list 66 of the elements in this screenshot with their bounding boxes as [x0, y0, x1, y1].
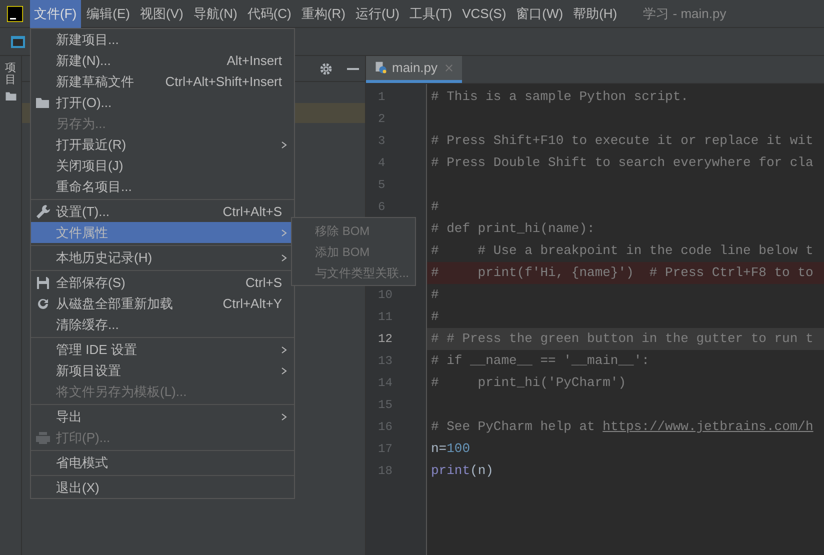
chevron-right-icon — [280, 344, 288, 354]
code-line: n=100 — [430, 440, 472, 458]
menu-item[interactable]: 关闭项目(J) — [31, 155, 294, 176]
wrench-icon — [35, 204, 51, 220]
editor-tab[interactable]: main.py — [366, 56, 462, 83]
menu-title[interactable]: 工具(T) — [405, 0, 456, 28]
menu-title[interactable]: 代码(C) — [243, 0, 296, 28]
code-line: # def print_hi(name): — [430, 220, 596, 238]
menu-title[interactable]: 导航(N) — [189, 0, 242, 28]
window-icon — [10, 34, 26, 50]
menu-item[interactable]: 全部保存(S) Ctrl+S — [31, 272, 294, 293]
menu-item[interactable]: 新建草稿文件 Ctrl+Alt+Shift+Insert — [31, 71, 294, 92]
close-icon — [444, 63, 454, 73]
app-logo-icon — [7, 6, 23, 22]
code-line: # if __name__ == '__main__': — [430, 352, 650, 370]
shortcut-text: Ctrl+Alt+Y — [222, 294, 282, 313]
code-line: print(n) — [430, 462, 494, 480]
menu-item[interactable]: 新项目设置 — [31, 360, 294, 381]
url-link[interactable]: https://www.jetbrains.com/h — [602, 417, 814, 437]
code-line: # # Use a breakpoint in the code line below t — [430, 242, 814, 260]
chevron-right-icon — [280, 228, 288, 238]
menu-item[interactable]: 退出(X) — [31, 477, 294, 498]
menu-item[interactable]: 导出 — [31, 406, 294, 427]
chevron-right-icon — [280, 252, 288, 262]
shortcut-text: Ctrl+Alt+Shift+Insert — [165, 72, 282, 91]
folder-icon — [4, 90, 16, 102]
menu-title[interactable]: 运行(U) — [351, 0, 404, 28]
chevron-right-icon — [280, 140, 288, 150]
menu-item[interactable]: 省电模式 — [31, 452, 294, 473]
menu-item[interactable]: 清除缓存... — [31, 314, 294, 335]
code-line: # Press Double Shift to search everywhere for cla — [430, 154, 814, 172]
menu-title[interactable]: 重构(R) — [297, 0, 350, 28]
menu-item[interactable]: 打开(O)... — [31, 92, 294, 113]
code-line: # — [430, 286, 440, 304]
line-number: 12 — [378, 331, 392, 348]
menu-item[interactable]: 本地历史记录(H) — [31, 247, 294, 268]
menu-item[interactable]: 设置(T)... Ctrl+Alt+S — [31, 201, 294, 222]
chevron-right-icon — [280, 412, 288, 422]
menu-item[interactable]: 从磁盘全部重新加载 Ctrl+Alt+Y — [31, 293, 294, 314]
menu-title[interactable]: 编辑(E) — [82, 0, 134, 28]
code-line: # See PyCharm help at https://www.jetbrains.com/h — [427, 416, 824, 438]
menu-item[interactable]: 管理 IDE 设置 — [31, 339, 294, 360]
minimize-icon — [347, 68, 359, 70]
code-line: # — [430, 308, 440, 326]
menu-title[interactable]: 文件(F) — [30, 0, 81, 28]
menu-title[interactable]: 窗口(W) — [512, 0, 568, 28]
menu-title[interactable]: VCS(S) — [458, 0, 510, 28]
project-tab[interactable]: 项目 — [5, 62, 16, 86]
menu-title[interactable]: 视图(V) — [136, 0, 188, 28]
python-file-icon — [374, 61, 388, 75]
menu-item[interactable]: 打开最近(R) — [31, 134, 294, 155]
shortcut-text: Ctrl+Alt+S — [222, 202, 282, 221]
shortcut-text: Alt+Insert — [226, 52, 282, 70]
menu-item[interactable]: 新建(N)... Alt+Insert — [31, 50, 294, 71]
menu-item[interactable]: 重命名项目... — [31, 176, 294, 197]
code-line: # This is a sample Python script. — [430, 88, 690, 106]
printer-icon — [35, 430, 51, 446]
settings-icon — [319, 62, 333, 76]
save-icon — [35, 274, 51, 290]
window-title: 学习 - main.py — [643, 4, 726, 23]
code-line: # Press Shift+F10 to execute it or replace it wit — [430, 132, 814, 150]
code-line: # — [430, 198, 440, 216]
chevron-right-icon — [280, 366, 288, 376]
code-line: # print_hi('PyCharm') — [430, 374, 628, 392]
menu-title[interactable]: 帮助(H) — [569, 0, 622, 28]
shortcut-text: Ctrl+S — [246, 274, 282, 292]
